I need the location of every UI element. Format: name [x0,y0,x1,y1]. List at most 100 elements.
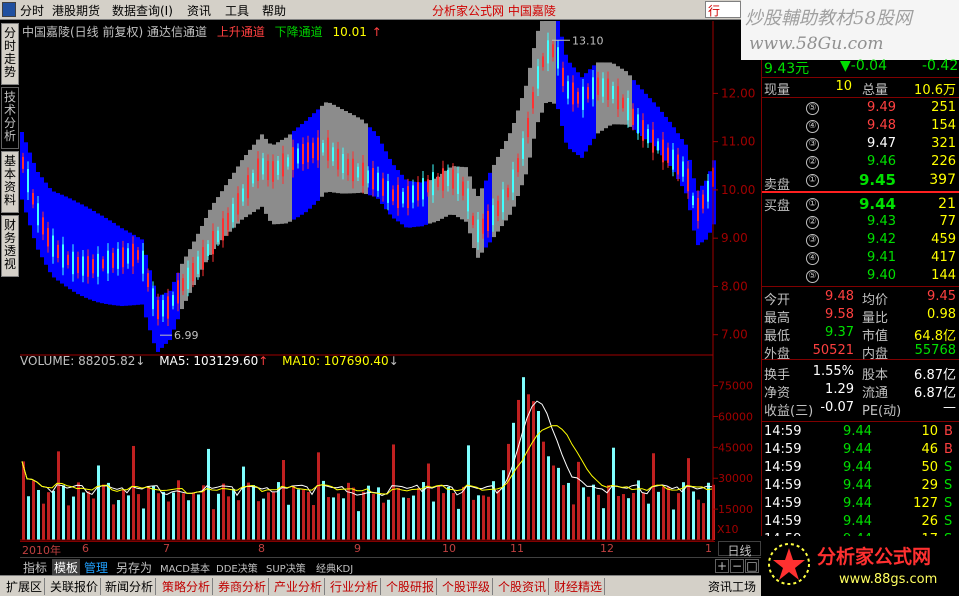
candle-body [47,228,49,247]
vtab-intraday[interactable]: 分时走势 [1,23,19,85]
volume-bar [162,491,165,540]
volume-row: 现量 10 总量 10.6万 [762,79,959,98]
period-selector[interactable]: 日线 [718,541,761,558]
vtab-technical[interactable]: 技术分析 [1,87,19,149]
tick-time: 14:59 [764,460,802,475]
candle-body [647,129,649,144]
chart-area[interactable]: 12.00 11.00 10.00 9.00 8.00 7.00 13.10 6.99 7500… [20,21,761,541]
kline-chart[interactable]: 12.00 11.00 10.00 9.00 8.00 7.00 13.10 6.99 7500… [20,21,761,541]
volume-bar [332,497,335,540]
candle-body [537,66,539,89]
tab-news-analysis[interactable]: 新闻分析 [103,578,157,595]
stat-label: 流通 [862,386,889,401]
candle-body [572,82,574,105]
volume-bar [77,482,80,540]
menu-item-fenshi[interactable]: 分时 [20,2,44,19]
tab-sector[interactable]: 行业分析 [328,578,382,595]
volume-bar [437,485,440,540]
tick-volume: 29 [921,478,938,493]
candle-body [637,114,639,134]
stat-value: 1.55% [812,364,854,379]
book-volume: 144 [931,268,956,283]
volume-bar [672,509,675,540]
tab-strategy[interactable]: 策略分析 [160,578,214,595]
candle-body [347,158,349,176]
tick-price: 9.44 [843,514,872,529]
tab-broker[interactable]: 券商分析 [216,578,270,595]
volume-bar [597,494,600,540]
menu-item-hk-futures[interactable]: 港股期货 [52,2,100,19]
candle-body [52,235,54,257]
candle-body [157,300,159,320]
candle-body [437,176,439,187]
candle-body [72,251,74,275]
volume-bar [242,466,245,540]
menu-item-news[interactable]: 资讯 [187,2,211,19]
candle-body [477,219,479,243]
band-bar [304,120,308,213]
tab-stock-report[interactable]: 个股研报 [384,578,438,595]
tab-info-workshop[interactable]: 资讯工场 [706,578,758,595]
candle-body [82,256,84,276]
candle-body [87,256,89,277]
time-label: 7 [163,542,170,555]
band-bar [552,21,556,104]
volume-bar [627,498,630,540]
vol-tick-label: 75000 [718,380,753,393]
menu-item-data-query[interactable]: 数据查询(I) [112,2,173,19]
tab-macd[interactable]: MACD基本 [160,560,210,575]
candle-body [122,247,124,268]
candle-body [232,203,234,223]
vtab-fundamentals[interactable]: 基本资料 [1,151,19,213]
tab-dde[interactable]: DDE决策 [216,560,258,575]
level-index: ① [806,174,819,187]
window-box-button[interactable]: □ [745,559,759,573]
volume-bar [262,498,265,540]
market-selector[interactable]: 行 [705,1,741,18]
volume-bar [362,491,365,540]
tick-volume: 50 [921,460,938,475]
volume-bar [407,498,410,540]
vol-tick-label: 60000 [718,410,753,423]
tab-template[interactable]: 模板 [52,559,81,576]
tab-manage[interactable]: 管理 [84,559,108,576]
tab-related-quote[interactable]: 关联报价 [48,578,102,595]
tab-kdj[interactable]: 经典KDJ [316,560,353,575]
candle-body [152,288,154,310]
volume-bar [117,500,120,540]
candle-body [562,67,564,87]
candle-body [417,182,419,201]
tab-indicator[interactable]: 指标 [23,559,47,576]
volume-bar [707,482,710,540]
candle-body [592,77,594,100]
tab-extension[interactable]: 扩展区 [4,578,46,595]
zoom-out-button[interactable]: − [730,559,744,573]
volume-bar [382,502,385,540]
volume-bar [502,470,505,540]
candle-body [597,77,599,95]
volume-bar [27,496,30,540]
vtab-financials[interactable]: 财务透视 [1,215,19,277]
stat-label: 外盘 [764,347,791,362]
candle-body [367,170,369,184]
candle-body [212,231,214,255]
tab-finance-picks[interactable]: 财经精选 [552,578,606,595]
tab-sup[interactable]: SUP决策 [266,560,306,575]
volume-bar [417,488,420,540]
band-bar [44,182,48,265]
volume-bar [587,496,590,540]
tab-stock-rating[interactable]: 个股评级 [440,578,494,595]
volume-bar [507,443,510,540]
menu-item-help[interactable]: 帮助 [262,2,286,19]
candle-body [297,148,299,164]
sell-row: ⑤ 9.49 251 [762,100,959,117]
book-price: 9.45 [858,171,896,189]
tab-industry-chain[interactable]: 产业分析 [272,578,326,595]
zoom-in-button[interactable]: + [715,559,729,573]
menu-item-tools[interactable]: 工具 [225,2,249,19]
tab-save-as[interactable]: 另存为 [116,559,152,576]
volume-bar [62,485,65,540]
volume-bar [662,486,665,540]
volume-bar [607,485,610,540]
tab-stock-news[interactable]: 个股资讯 [496,578,550,595]
